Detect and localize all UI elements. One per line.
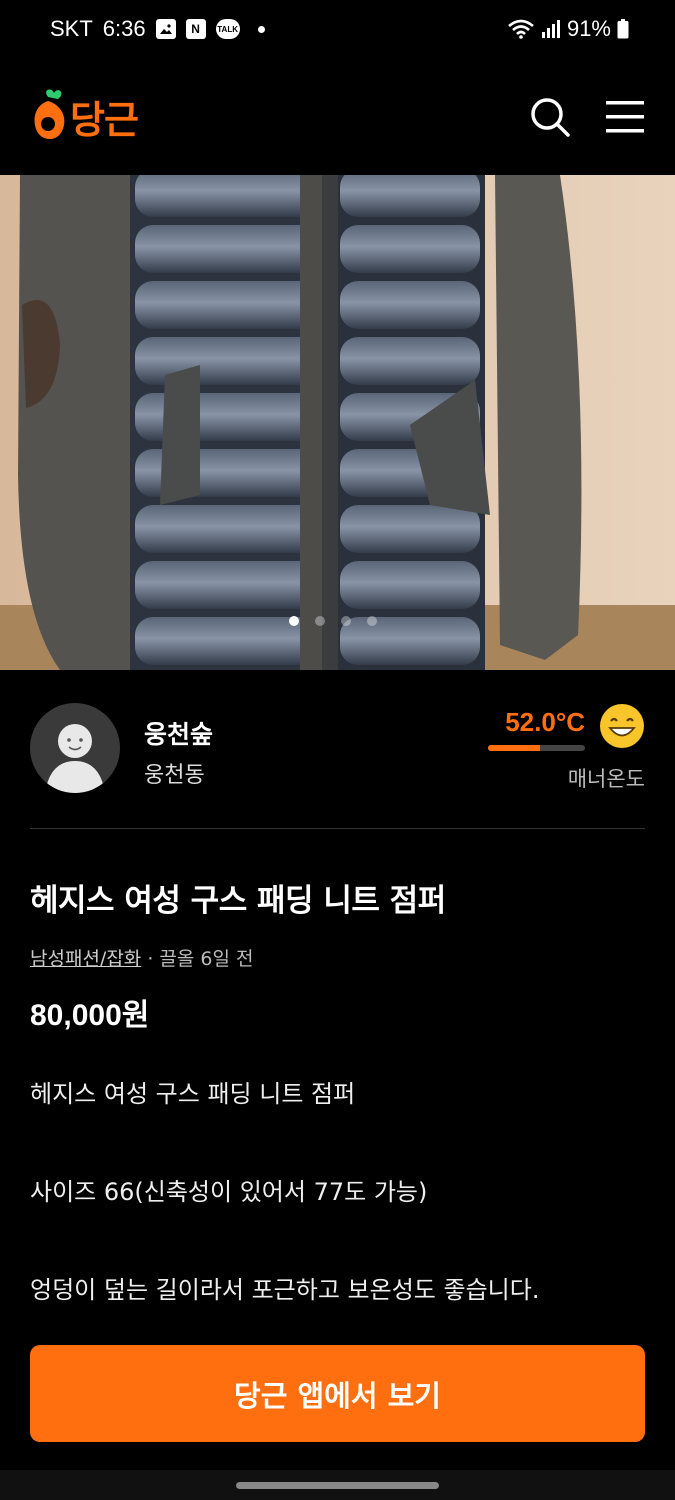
puffer-quilt-band — [340, 175, 480, 217]
carousel-dot[interactable] — [314, 616, 325, 626]
status-right: 91% — [507, 16, 629, 42]
listing-description: 헤지스 여성 구스 패딩 니트 점퍼 사이즈 66(신축성이 있어서 77도 가… — [30, 1076, 645, 1370]
puffer-quilt-band — [340, 281, 480, 329]
category-link[interactable]: 남성패션/잡화 — [30, 948, 141, 970]
status-left: SKT 6:36 N TALK — [50, 16, 265, 42]
carousel-dot[interactable] — [288, 616, 299, 626]
app-header: 당근 — [0, 58, 675, 175]
product-photo — [0, 175, 675, 670]
seller-name[interactable]: 웅천숲 — [144, 715, 213, 751]
seller-location: 웅천동 — [144, 763, 205, 788]
gallery-icon — [155, 19, 176, 39]
manner-temperature: 52.0°C — [505, 707, 585, 737]
seller-profile[interactable]: 웅천숲 웅천동 52.0°C 매너온도 — [30, 703, 645, 798]
wifi-icon — [508, 19, 534, 39]
menu-icon[interactable] — [605, 99, 645, 135]
temperature-bar-fill — [488, 745, 541, 751]
listing-price: 80,000원 — [30, 999, 150, 1032]
listing-meta: 남성패션/잡화 · 끌올 6일 전 — [30, 944, 254, 971]
avatar[interactable] — [30, 703, 120, 793]
clock: 6:36 — [102, 16, 146, 41]
puffer-quilt-band — [340, 337, 480, 385]
talk-icon: TALK — [215, 19, 240, 39]
daangn-logo[interactable]: 당근 — [30, 87, 139, 147]
manner-label: 매너온도 — [567, 767, 645, 791]
puffer-quilt-band — [340, 561, 480, 609]
listing-time: 끌올 6일 전 — [159, 948, 254, 970]
meta-separator: · — [141, 948, 160, 970]
header-actions — [529, 96, 645, 138]
home-gesture-bar[interactable] — [236, 1482, 439, 1489]
status-bar: SKT 6:36 N TALK 91% — [0, 0, 675, 58]
carrier-label: SKT — [50, 16, 93, 41]
carousel-dot[interactable] — [340, 616, 351, 626]
open-in-app-button[interactable]: 당근 앱에서 보기 — [30, 1345, 645, 1442]
battery-percent: 91% — [566, 16, 611, 41]
carrot-logo-icon — [34, 89, 65, 139]
search-icon[interactable] — [529, 96, 571, 138]
more-notifications-dot — [257, 25, 265, 33]
carousel-indicators — [0, 616, 675, 626]
system-nav-bar — [0, 1470, 675, 1500]
carousel-dot[interactable] — [366, 616, 377, 626]
logo-text: 당근 — [70, 98, 139, 142]
default-avatar-icon — [45, 724, 105, 793]
divider — [30, 828, 645, 829]
battery-icon — [617, 19, 629, 39]
naver-icon: N — [185, 19, 206, 39]
puffer-quilt-band — [340, 225, 480, 273]
description-line: 헤지스 여성 구스 패딩 니트 점퍼 — [30, 1080, 356, 1108]
puffer-quilt-band — [340, 505, 480, 553]
product-image-carousel[interactable] — [0, 175, 675, 670]
signal-icon — [541, 20, 560, 38]
listing-title: 헤지스 여성 구스 패딩 니트 점퍼 — [30, 883, 446, 919]
smiley-face-icon — [600, 704, 644, 748]
description-line: 사이즈 66(신축성이 있어서 77도 가능) — [30, 1178, 428, 1206]
temperature-bar — [488, 745, 585, 751]
